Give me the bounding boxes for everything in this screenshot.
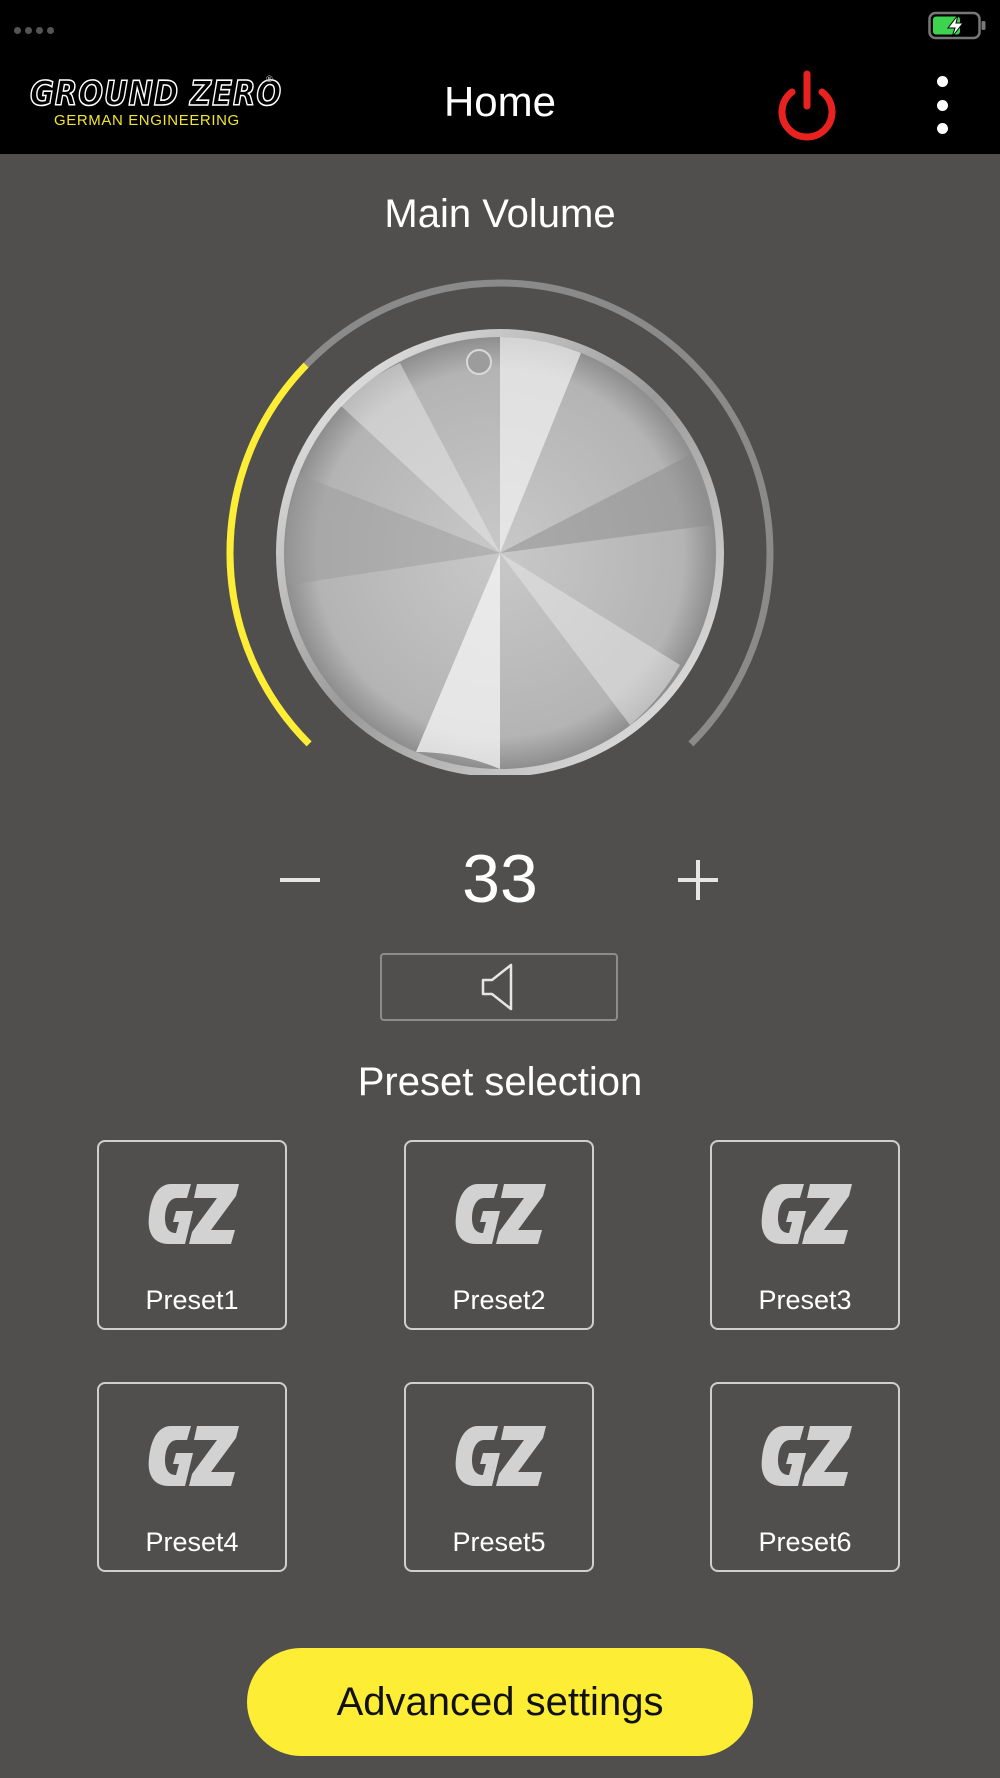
preset-button-6[interactable]: Preset6 (710, 1382, 900, 1572)
gz-logo-icon (761, 1426, 852, 1486)
power-button[interactable] (772, 66, 842, 144)
preset-label: Preset2 (452, 1285, 546, 1315)
volume-knob[interactable] (276, 329, 724, 775)
volume-increase-button[interactable] (672, 854, 724, 906)
battery-charging-icon (928, 11, 986, 40)
main-volume-title: Main Volume (384, 192, 616, 236)
preset-button-2[interactable]: Preset2 (404, 1140, 594, 1330)
preset-label: Preset5 (452, 1527, 546, 1557)
logo-wordmark: GROUND ZERO (29, 73, 283, 115)
gz-logo-icon (148, 1426, 239, 1486)
volume-control-row: 33 (0, 840, 1000, 920)
preset-button-4[interactable]: Preset4 (97, 1382, 287, 1572)
ground-zero-logo: GROUND ZERO ® GERMAN ENGINEERING (29, 73, 283, 134)
preset-button-5[interactable]: Preset5 (404, 1382, 594, 1572)
advanced-settings-label: Advanced settings (336, 1679, 664, 1724)
power-icon (778, 70, 836, 141)
preset-label: Preset3 (758, 1285, 852, 1315)
page-title: Home (443, 78, 557, 125)
mute-button[interactable] (380, 953, 618, 1021)
preset-button-1[interactable]: Preset1 (97, 1140, 287, 1330)
more-vertical-icon (936, 76, 948, 87)
status-bar (0, 0, 1000, 60)
preset-label: Preset1 (145, 1285, 239, 1315)
more-menu-button[interactable] (920, 70, 964, 140)
plus-icon (678, 860, 718, 900)
gz-logo-icon (455, 1426, 546, 1486)
volume-value: 33 (462, 841, 538, 917)
logo-tagline: GERMAN ENGINEERING (54, 112, 240, 129)
volume-dial[interactable] (200, 255, 800, 775)
volume-decrease-button[interactable] (274, 854, 326, 906)
minus-icon (280, 878, 320, 882)
speaker-icon (481, 963, 513, 1011)
advanced-settings-button[interactable]: Advanced settings (247, 1648, 753, 1756)
preset-selection-title: Preset selection (357, 1060, 643, 1104)
gz-logo-icon (761, 1184, 852, 1244)
top-bar: GROUND ZERO ® GERMAN ENGINEERING Home (0, 60, 1000, 154)
preset-label: Preset6 (758, 1527, 852, 1557)
gz-logo-icon (455, 1184, 546, 1244)
gz-logo-icon (148, 1184, 239, 1244)
signal-indicator-icon (14, 27, 54, 34)
preset-label: Preset4 (145, 1527, 239, 1557)
preset-button-3[interactable]: Preset3 (710, 1140, 900, 1330)
logo-registered-mark: ® (266, 74, 273, 84)
